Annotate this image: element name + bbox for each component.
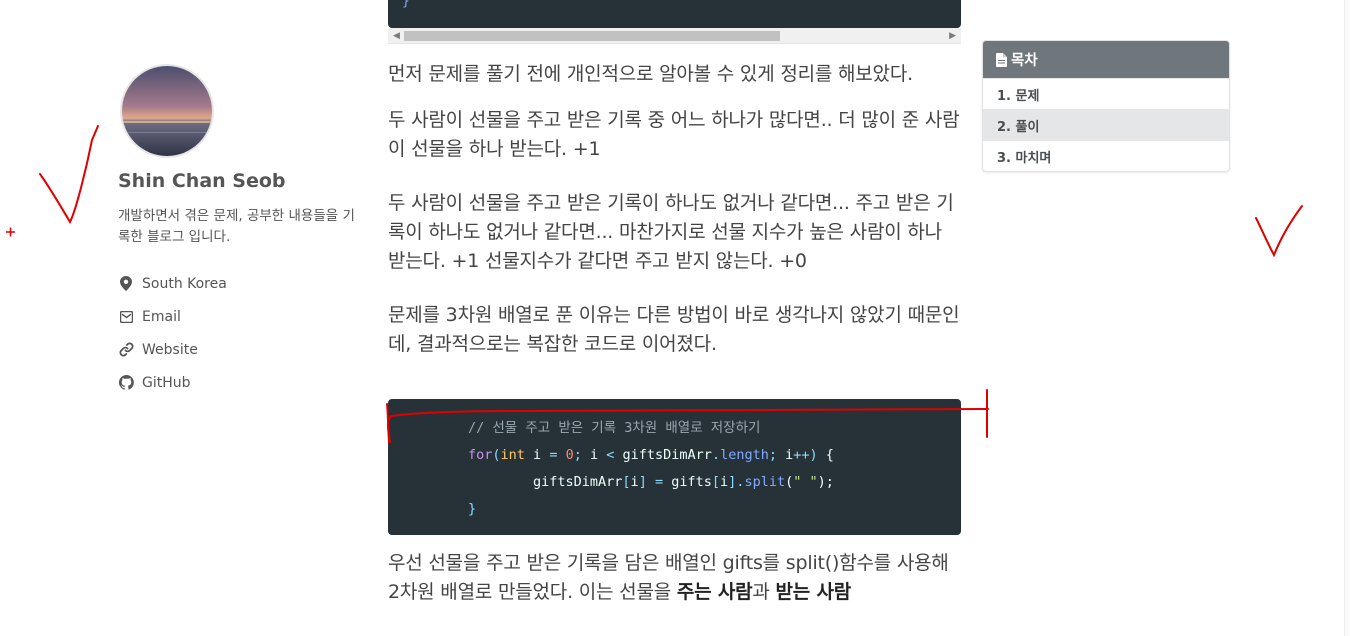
author-bio: 개발하면서 겪은 문제, 공부한 내용들을 기록한 블로그 입니다.	[118, 208, 355, 245]
window-scrollbar[interactable]	[1344, 0, 1350, 636]
code-line-split: giftsDimArr[i] = gifts[i].split(" ");	[533, 474, 834, 490]
code-block: // 선물 주고 받은 기록 3차원 배열로 저장하기 for(int i = …	[388, 399, 961, 535]
article-content: } ◀ ▶ 먼저 문제를 풀기 전에 개인적으로 알아볼 수 있게 정리를 해보…	[388, 0, 961, 607]
location-pin-icon	[118, 276, 134, 292]
envelope-icon	[118, 309, 134, 325]
paragraph: 우선 선물을 주고 받은 기록을 담은 배열인 gifts를 split()함수…	[388, 552, 949, 603]
author-link-label: Website	[142, 341, 198, 358]
scroll-left-arrow-icon[interactable]: ◀	[393, 30, 400, 41]
code-block-previous: }	[388, 0, 961, 28]
toc-title: 목차	[1011, 53, 1038, 69]
author-name: Shin Chan Seob	[118, 170, 286, 192]
annotation-checkmark	[1255, 205, 1303, 258]
author-link-website[interactable]: Website	[118, 333, 368, 366]
annotation-checkmark	[39, 125, 99, 225]
author-link-github[interactable]: GitHub	[118, 366, 368, 399]
scroll-right-arrow-icon[interactable]: ▶	[949, 30, 956, 41]
table-of-contents: 목차 1. 문제 2. 풀이 3. 마치며	[982, 40, 1230, 172]
page: Shin Chan Seob 개발하면서 겪은 문제, 공부한 내용들을 기록한…	[0, 0, 1350, 636]
code-line-close: }	[468, 501, 477, 517]
document-icon	[996, 52, 1007, 67]
paragraph: 먼저 문제를 풀기 전에 개인적으로 알아볼 수 있게 정리를 해보았다.	[388, 63, 913, 85]
author-link-label: Email	[142, 308, 181, 325]
github-icon	[118, 375, 134, 391]
toc-header: 목차	[983, 41, 1229, 78]
scrollbar-thumb[interactable]	[404, 31, 780, 41]
author-link-label: GitHub	[142, 374, 191, 391]
code-line-for: for(int i = 0; i < giftsDimArr.length; i…	[468, 447, 834, 463]
toc-item[interactable]: 3. 마치며	[983, 140, 1229, 171]
author-link-email[interactable]: Email	[118, 300, 368, 333]
toc-item[interactable]: 1. 문제	[983, 78, 1229, 109]
link-icon	[118, 342, 134, 358]
horizontal-scrollbar[interactable]: ◀ ▶	[388, 28, 961, 44]
avatar	[120, 64, 214, 158]
code-comment: // 선물 주고 받은 기록 3차원 배열로 저장하기	[468, 420, 761, 436]
paragraph: 두 사람이 선물을 주고 받은 기록 중 어느 하나가 많다면.. 더 많이 준…	[388, 109, 960, 160]
author-link-location[interactable]: South Korea	[118, 267, 368, 300]
annotation-plus	[6, 227, 15, 237]
paragraph: 문제를 3차원 배열로 푼 이유는 다른 방법이 바로 생각나지 않았기 때문인…	[388, 304, 960, 355]
paragraph: 두 사람이 선물을 주고 받은 기록이 하나도 없거나 같다면... 주고 받은…	[388, 192, 954, 272]
author-link-label: South Korea	[142, 275, 227, 292]
code-text: }	[402, 0, 410, 9]
toc-item-active[interactable]: 2. 풀이	[983, 109, 1229, 140]
author-profile: Shin Chan Seob 개발하면서 겪은 문제, 공부한 내용들을 기록한…	[118, 64, 368, 399]
author-links: South Korea Email Website GitHub	[118, 267, 368, 399]
